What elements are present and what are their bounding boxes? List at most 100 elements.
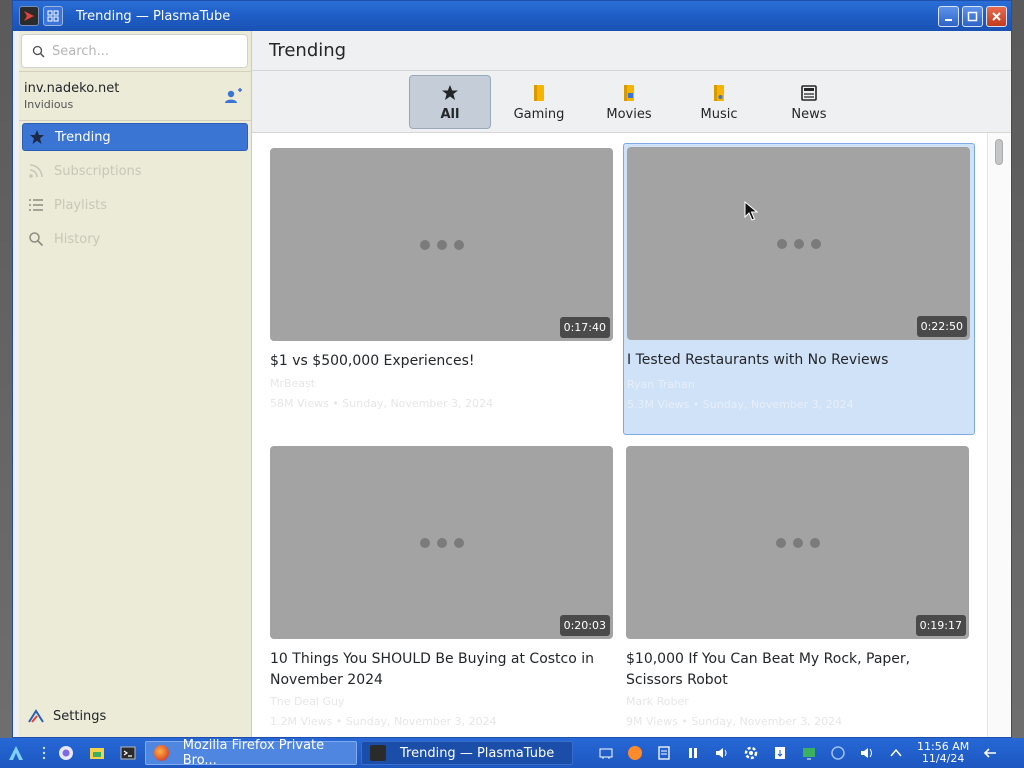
account-selector[interactable]: inv.nadeko.net Invidious (19, 71, 252, 121)
taskbar-item-plasmatube[interactable]: Trending — PlasmaTube (361, 741, 573, 765)
plasmatube-icon (370, 745, 386, 761)
video-channel[interactable]: Mark Rober (626, 695, 689, 708)
firefox-icon (154, 745, 169, 761)
main-content: Trending All Gaming Movies Music News 0:… (252, 31, 1011, 737)
task-label: Trending — PlasmaTube (400, 745, 555, 761)
video-duration: 0:17:40 (559, 317, 610, 338)
sidebar-item-playlists[interactable]: Playlists (22, 191, 248, 219)
newspaper-icon (801, 84, 817, 101)
minimize-button[interactable] (938, 5, 959, 27)
update-icon[interactable] (769, 742, 791, 764)
firefox-tray-icon[interactable] (624, 742, 646, 764)
tab-movies[interactable]: Movies (588, 75, 670, 129)
video-thumbnail[interactable]: 0:22:50 (627, 147, 970, 340)
video-thumbnail[interactable]: 0:17:40 (270, 148, 613, 341)
sidebar-item-label: Subscriptions (54, 163, 142, 179)
grip-icon (39, 742, 49, 764)
display-icon[interactable] (798, 742, 820, 764)
tab-music[interactable]: Music (678, 75, 760, 129)
sidebar: inv.nadeko.net Invidious Trending Subscr… (19, 31, 252, 737)
close-button[interactable] (986, 5, 1007, 27)
sidebar-item-label: History (54, 231, 101, 247)
video-meta: 1.2M Views • Sunday, November 3, 2024 (270, 715, 497, 728)
sidebar-item-label: Playlists (54, 197, 107, 213)
clock[interactable]: 11:56 AM 11/4/24 (917, 741, 969, 765)
tab-all[interactable]: All (409, 75, 491, 129)
star-icon (30, 130, 44, 144)
list-icon (29, 199, 43, 211)
account-host: inv.nadeko.net (24, 81, 120, 96)
page-title: Trending (252, 31, 1011, 71)
video-card-selected[interactable]: 0:22:50 I Tested Restaurants with No Rev… (623, 143, 975, 435)
video-card[interactable]: 0:20:03 10 Things You SHOULD Be Buying a… (267, 443, 619, 735)
search-field[interactable] (21, 34, 248, 68)
terminal-icon[interactable] (117, 742, 139, 764)
settings-tray-icon[interactable] (740, 742, 762, 764)
window-title: Trending — PlasmaTube (76, 8, 231, 24)
tab-label: Music (700, 106, 738, 122)
pause-icon[interactable] (682, 742, 704, 764)
task-label: Mozilla Firefox Private Bro... (182, 738, 325, 768)
video-meta: 58M Views • Sunday, November 3, 2024 (270, 397, 494, 410)
video-card[interactable]: 0:19:17 $10,000 If You Can Beat My Rock,… (623, 443, 975, 735)
app-window: Trending — PlasmaTube inv.nadeko.net Inv… (12, 0, 1012, 738)
file-manager-icon[interactable] (86, 742, 108, 764)
tab-gaming[interactable]: Gaming (498, 75, 580, 129)
folder-icon (624, 84, 634, 101)
video-channel[interactable]: Ryan Trahan (627, 378, 695, 391)
video-duration: 0:22:50 (916, 316, 967, 337)
loading-icon (419, 239, 464, 250)
maximize-button[interactable] (962, 5, 983, 27)
sidebar-item-label: Trending (55, 129, 111, 145)
app-launcher-icon[interactable] (5, 742, 27, 764)
window-menu-button[interactable] (43, 6, 63, 26)
video-card[interactable]: 0:17:40 $1 vs $500,000 Experiences! MrBe… (267, 145, 619, 437)
vertical-scrollbar[interactable] (987, 133, 1011, 737)
video-duration: 0:20:03 (559, 615, 610, 636)
taskbar: Mozilla Firefox Private Bro... Trending … (0, 738, 1024, 768)
tab-label: Gaming (513, 106, 565, 122)
sidebar-nav: Trending Subscriptions Playlists History (22, 123, 248, 259)
volume-icon[interactable] (711, 742, 733, 764)
clipboard-icon[interactable] (653, 742, 675, 764)
loading-icon (775, 537, 820, 548)
add-user-icon[interactable] (222, 86, 244, 108)
video-title[interactable]: 10 Things You SHOULD Be Buying at Costco… (270, 649, 610, 691)
tab-news[interactable]: News (768, 75, 850, 129)
network-icon[interactable] (595, 742, 617, 764)
search-input[interactable] (52, 43, 232, 59)
title-bar: Trending — PlasmaTube (13, 1, 1011, 31)
speaker-icon[interactable] (856, 742, 878, 764)
browser-launcher-icon[interactable] (55, 742, 77, 764)
sidebar-item-history[interactable]: History (22, 225, 248, 253)
folder-icon (714, 84, 724, 101)
account-kind: Invidious (24, 98, 74, 111)
video-duration: 0:19:17 (915, 615, 966, 636)
search-icon (29, 232, 44, 247)
tab-label: Movies (606, 106, 652, 122)
sidebar-item-subscriptions[interactable]: Subscriptions (22, 157, 248, 185)
sidebar-item-trending[interactable]: Trending (22, 123, 248, 151)
video-thumbnail[interactable]: 0:20:03 (270, 446, 613, 639)
taskbar-item-firefox[interactable]: Mozilla Firefox Private Bro... (145, 738, 357, 768)
settings-label: Settings (53, 708, 107, 724)
settings-icon (28, 709, 44, 723)
chevron-up-icon[interactable] (885, 742, 907, 764)
vpn-icon[interactable] (827, 742, 849, 764)
rss-icon (29, 164, 43, 178)
video-channel[interactable]: MrBeast (270, 377, 315, 390)
video-meta: 5.3M Views • Sunday, November 3, 2024 (627, 398, 854, 411)
star-icon (442, 84, 458, 100)
settings-button[interactable]: Settings (27, 707, 106, 725)
video-thumbnail[interactable]: 0:19:17 (626, 446, 969, 639)
video-title[interactable]: $1 vs $500,000 Experiences! (270, 351, 610, 372)
scrollbar-thumb[interactable] (995, 139, 1003, 165)
video-channel[interactable]: The Deal Guy (270, 695, 345, 708)
plasmatube-icon[interactable] (19, 6, 39, 26)
video-grid[interactable]: 0:17:40 $1 vs $500,000 Experiences! MrBe… (252, 133, 987, 737)
video-meta: 9M Views • Sunday, November 3, 2024 (626, 715, 843, 728)
show-desktop-icon[interactable] (979, 742, 1001, 764)
video-title[interactable]: I Tested Restaurants with No Reviews (627, 350, 967, 371)
video-title[interactable]: $10,000 If You Can Beat My Rock, Paper, … (626, 649, 966, 691)
system-tray (595, 742, 907, 764)
